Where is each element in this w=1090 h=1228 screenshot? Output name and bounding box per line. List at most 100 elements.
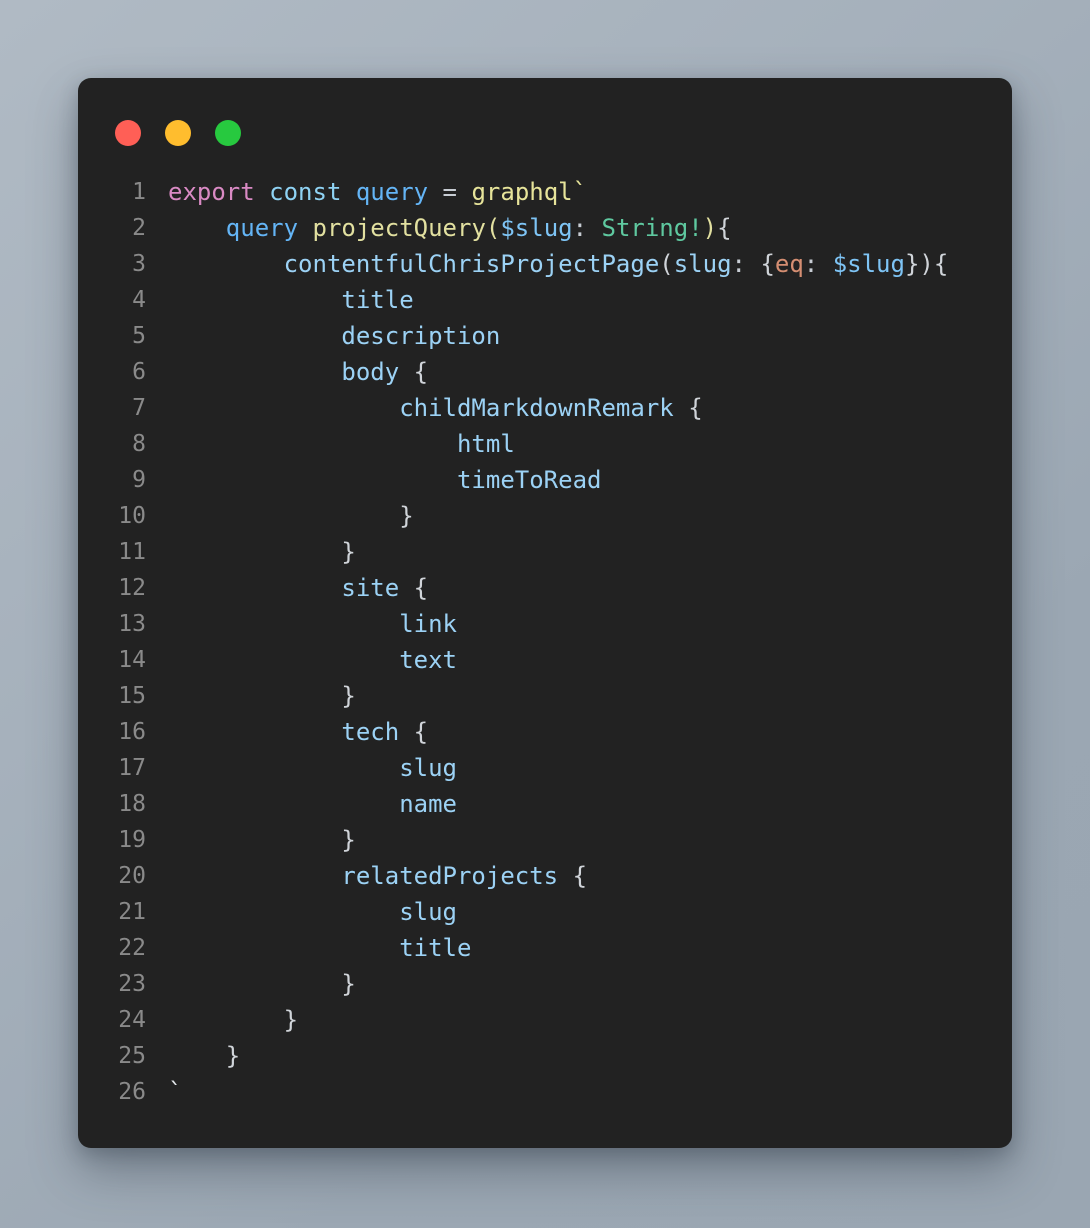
code-token: export — [168, 178, 255, 206]
window-titlebar[interactable] — [78, 78, 1012, 146]
code-line-text[interactable]: } — [146, 498, 1012, 534]
code-line-text[interactable]: } — [146, 534, 1012, 570]
code-window: 1 export const query = graphql` 2 query pr… — [78, 78, 1012, 1148]
code-line[interactable]: 22 title — [78, 930, 1012, 966]
code-line-text[interactable]: export const query = graphql` — [146, 174, 1012, 210]
code-token: : — [572, 214, 602, 242]
code-line[interactable]: 20 relatedProjects { — [78, 858, 1012, 894]
code-line[interactable]: 2 query projectQuery($slug: String!){ — [78, 210, 1012, 246]
code-line[interactable]: 16 tech { — [78, 714, 1012, 750]
code-line[interactable]: 8 html — [78, 426, 1012, 462]
code-line-text[interactable]: title — [146, 930, 1012, 966]
close-window-button[interactable] — [115, 120, 141, 146]
code-line[interactable]: 7 childMarkdownRemark { — [78, 390, 1012, 426]
code-line-text[interactable]: contentfulChrisProjectPage(slug: {eq: $s… — [146, 246, 1012, 282]
code-token: ) — [702, 214, 718, 242]
code-token: { — [717, 214, 732, 242]
minimize-window-button[interactable] — [165, 120, 191, 146]
code-line[interactable]: 12 site { — [78, 570, 1012, 606]
code-token: String! — [601, 214, 703, 242]
code-token: } — [225, 1042, 241, 1070]
code-token: body — [341, 358, 400, 386]
line-number: 20 — [118, 863, 146, 889]
code-line-text[interactable]: slug — [146, 894, 1012, 930]
code-token: slug — [399, 898, 457, 926]
code-line[interactable]: 6 body { — [78, 354, 1012, 390]
maximize-window-button[interactable] — [215, 120, 241, 146]
code-line-text[interactable]: body { — [146, 354, 1012, 390]
line-number: 9 — [132, 467, 146, 493]
line-number: 8 — [132, 431, 146, 457]
code-line[interactable]: 21 slug — [78, 894, 1012, 930]
code-line-text[interactable]: title — [146, 282, 1012, 318]
code-line-text[interactable]: slug — [146, 750, 1012, 786]
code-line-text[interactable]: link — [146, 606, 1012, 642]
code-line-text[interactable]: query projectQuery($slug: String!){ — [146, 210, 1012, 246]
line-number: 4 — [132, 287, 146, 313]
code-token: } — [341, 682, 356, 710]
code-line-text[interactable]: } — [146, 678, 1012, 714]
code-token: } — [904, 250, 920, 278]
code-line[interactable]: 18 name — [78, 786, 1012, 822]
code-line[interactable]: 1 export const query = graphql` — [78, 174, 1012, 210]
code-line[interactable]: 15 } — [78, 678, 1012, 714]
code-line-text[interactable]: } — [146, 1002, 1012, 1038]
code-token: html — [456, 430, 515, 458]
code-line[interactable]: 17 slug — [78, 750, 1012, 786]
code-line[interactable]: 24 } — [78, 1002, 1012, 1038]
code-line[interactable]: 25 } — [78, 1038, 1012, 1074]
code-line-text[interactable]: relatedProjects { — [146, 858, 1012, 894]
code-line-text[interactable]: } — [146, 966, 1012, 1002]
line-number: 14 — [118, 647, 146, 673]
code-line[interactable]: 14 text — [78, 642, 1012, 678]
line-number: 24 — [118, 1007, 146, 1033]
code-token: title — [341, 286, 414, 314]
code-line-text[interactable]: ` — [146, 1074, 1012, 1110]
code-token: query — [355, 178, 429, 206]
code-line-text[interactable]: } — [146, 1038, 1012, 1074]
code-line[interactable]: 4 title — [78, 282, 1012, 318]
line-number: 3 — [132, 251, 146, 277]
code-line-text[interactable]: text — [146, 642, 1012, 678]
code-editor[interactable]: 1 export const query = graphql` 2 query pr… — [78, 174, 1012, 1110]
code-token: timeToRead — [456, 466, 602, 494]
code-line-text[interactable]: html — [146, 426, 1012, 462]
code-line[interactable]: 9 timeToRead — [78, 462, 1012, 498]
code-token: slug — [399, 754, 457, 782]
code-line-text[interactable]: } — [146, 822, 1012, 858]
code-line-text[interactable]: childMarkdownRemark { — [146, 390, 1012, 426]
code-token: tech — [341, 718, 400, 746]
code-token: $slug — [832, 250, 905, 278]
code-line-text[interactable]: timeToRead — [146, 462, 1012, 498]
code-line[interactable]: 23 } — [78, 966, 1012, 1002]
code-token: text — [399, 646, 457, 674]
code-token: site — [341, 574, 400, 602]
code-token: relatedProjects — [341, 862, 559, 890]
code-line[interactable]: 26 ` — [78, 1074, 1012, 1110]
code-line[interactable]: 13 link — [78, 606, 1012, 642]
code-line-text[interactable]: site { — [146, 570, 1012, 606]
code-line[interactable]: 10 } — [78, 498, 1012, 534]
code-line[interactable]: 11 } — [78, 534, 1012, 570]
code-line[interactable]: 3 contentfulChrisProjectPage(slug: {eq: … — [78, 246, 1012, 282]
code-line-text[interactable]: name — [146, 786, 1012, 822]
code-line-text[interactable]: description — [146, 318, 1012, 354]
line-number: 23 — [118, 971, 146, 997]
code-line-text[interactable]: tech { — [146, 714, 1012, 750]
code-token: ) — [919, 250, 934, 278]
code-line[interactable]: 19 } — [78, 822, 1012, 858]
code-line[interactable]: 5 description — [78, 318, 1012, 354]
